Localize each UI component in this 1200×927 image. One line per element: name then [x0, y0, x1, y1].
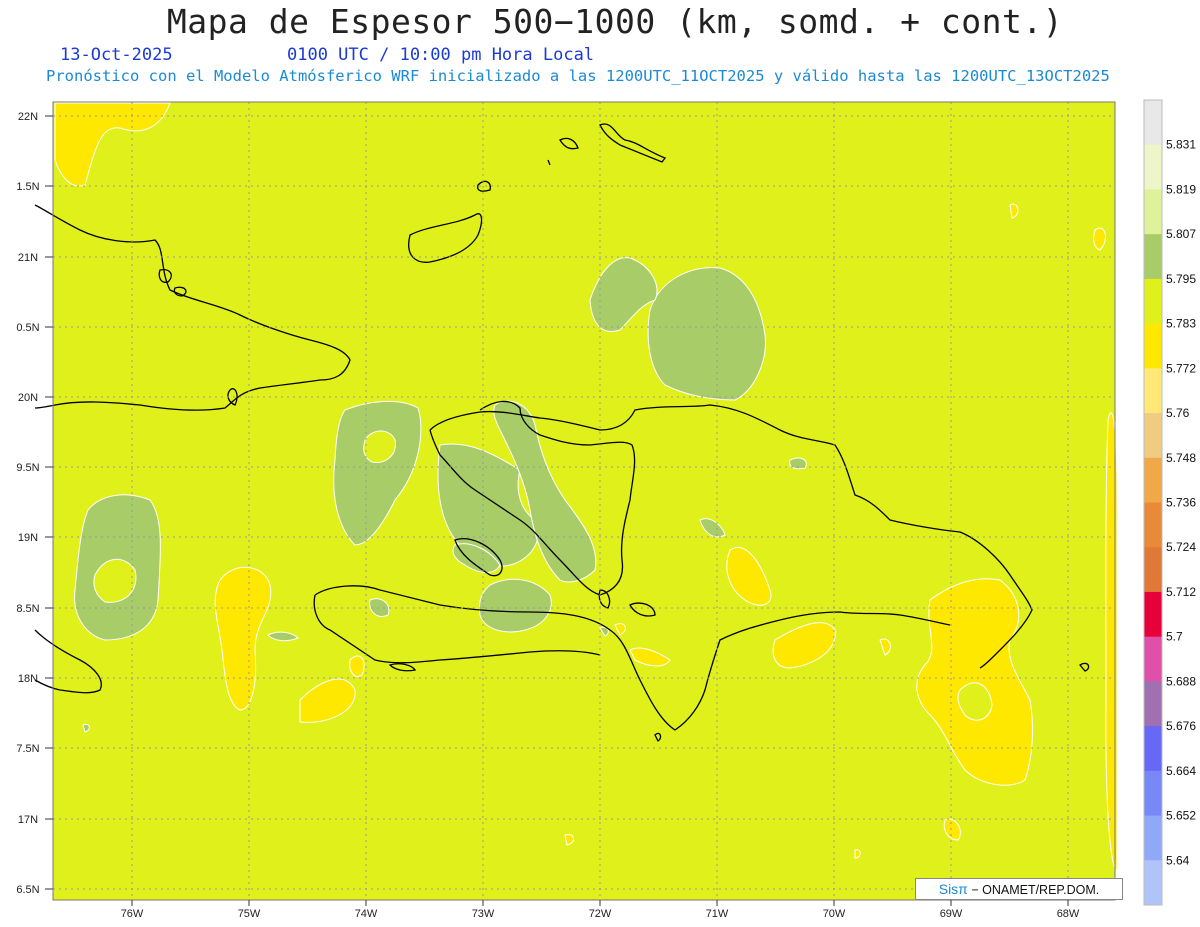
latitude-labels: 22N 1.5N 21N 0.5N 20N 9.5N 19N 8.5N 18N … [16, 111, 39, 896]
colorbar-swatch [1144, 636, 1162, 682]
colorbar-swatch [1144, 234, 1162, 280]
colorbar-swatch [1144, 860, 1162, 906]
colorbar-label: 5.819 [1166, 182, 1196, 196]
longitude-ticks [131, 900, 1069, 906]
lat-label: 18N [18, 673, 38, 685]
lon-label: 70W [823, 908, 846, 920]
lat-label: 8.5N [16, 603, 39, 615]
colorbar-swatch [1144, 323, 1162, 369]
colorbar-label: 5.64 [1166, 853, 1190, 867]
lat-label: 22N [18, 111, 38, 123]
credit-text: − ONAMET/REP.DOM. [971, 883, 1100, 897]
credit-box: Sisπ − ONAMET/REP.DOM. [915, 878, 1123, 900]
lon-label: 73W [472, 908, 495, 920]
colorbar-swatch [1144, 144, 1162, 190]
colorbar-label: 5.736 [1166, 496, 1196, 510]
colorbar-swatch [1144, 547, 1162, 593]
lon-label: 68W [1057, 908, 1080, 920]
colorbar-swatch [1144, 413, 1162, 459]
latitude-ticks [45, 115, 53, 890]
lat-label: 1.5N [16, 181, 39, 193]
lat-label: 21N [18, 252, 38, 264]
lat-label: 17N [18, 814, 38, 826]
lon-label: 76W [121, 908, 144, 920]
colorbar-swatch [1144, 502, 1162, 548]
colorbar-swatch [1144, 815, 1162, 861]
colorbar-label: 5.795 [1166, 272, 1196, 286]
colorbar-label: 5.807 [1166, 227, 1196, 241]
colorbar-swatch [1144, 278, 1162, 325]
longitude-labels: 76W 75W 74W 73W 72W 71W 70W 69W 68W [121, 908, 1080, 920]
lon-label: 74W [355, 908, 378, 920]
colorbar-label: 5.652 [1166, 809, 1196, 823]
colorbar-swatch [1144, 681, 1162, 727]
colorbar-label: 5.724 [1166, 540, 1196, 554]
colorbar-swatch [1144, 770, 1162, 817]
colorbar-swatch [1144, 368, 1162, 414]
lat-label: 19N [18, 532, 38, 544]
lon-label: 69W [940, 908, 963, 920]
lat-label: 7.5N [16, 743, 39, 755]
thickness-map: 22N 1.5N 21N 0.5N 20N 9.5N 19N 8.5N 18N … [16, 99, 1196, 920]
lon-label: 71W [706, 908, 729, 920]
colorbar-label: 5.783 [1166, 317, 1196, 331]
colorbar-label: 5.7 [1166, 630, 1183, 644]
lon-label: 72W [589, 908, 612, 920]
map-field [53, 102, 1115, 900]
lat-label: 20N [18, 392, 38, 404]
colorbar-label: 5.748 [1166, 451, 1196, 465]
colorbar-swatch [1144, 726, 1162, 772]
colorbar-swatch [1144, 100, 1162, 146]
colorbar-legend: 5.831 5.819 5.807 5.795 5.783 5.772 5.76 5.748 5… [1143, 99, 1196, 906]
lat-label: 6.5N [16, 884, 39, 896]
colorbar-swatch [1144, 189, 1162, 235]
colorbar-label: 5.831 [1166, 138, 1196, 152]
colorbar-label: 5.664 [1166, 764, 1196, 778]
colorbar-label: 5.676 [1166, 719, 1196, 733]
colorbar-swatch [1144, 591, 1162, 638]
colorbar-label: 5.772 [1166, 361, 1196, 375]
colorbar-swatch [1144, 457, 1162, 503]
colorbar-label: 5.712 [1166, 585, 1196, 599]
brand-logo: Sisπ [938, 881, 968, 897]
colorbar-label: 5.76 [1166, 406, 1190, 420]
colorbar-label: 5.688 [1166, 674, 1196, 688]
lat-label: 9.5N [16, 462, 39, 474]
lon-label: 75W [238, 908, 261, 920]
lat-label: 0.5N [16, 322, 39, 334]
